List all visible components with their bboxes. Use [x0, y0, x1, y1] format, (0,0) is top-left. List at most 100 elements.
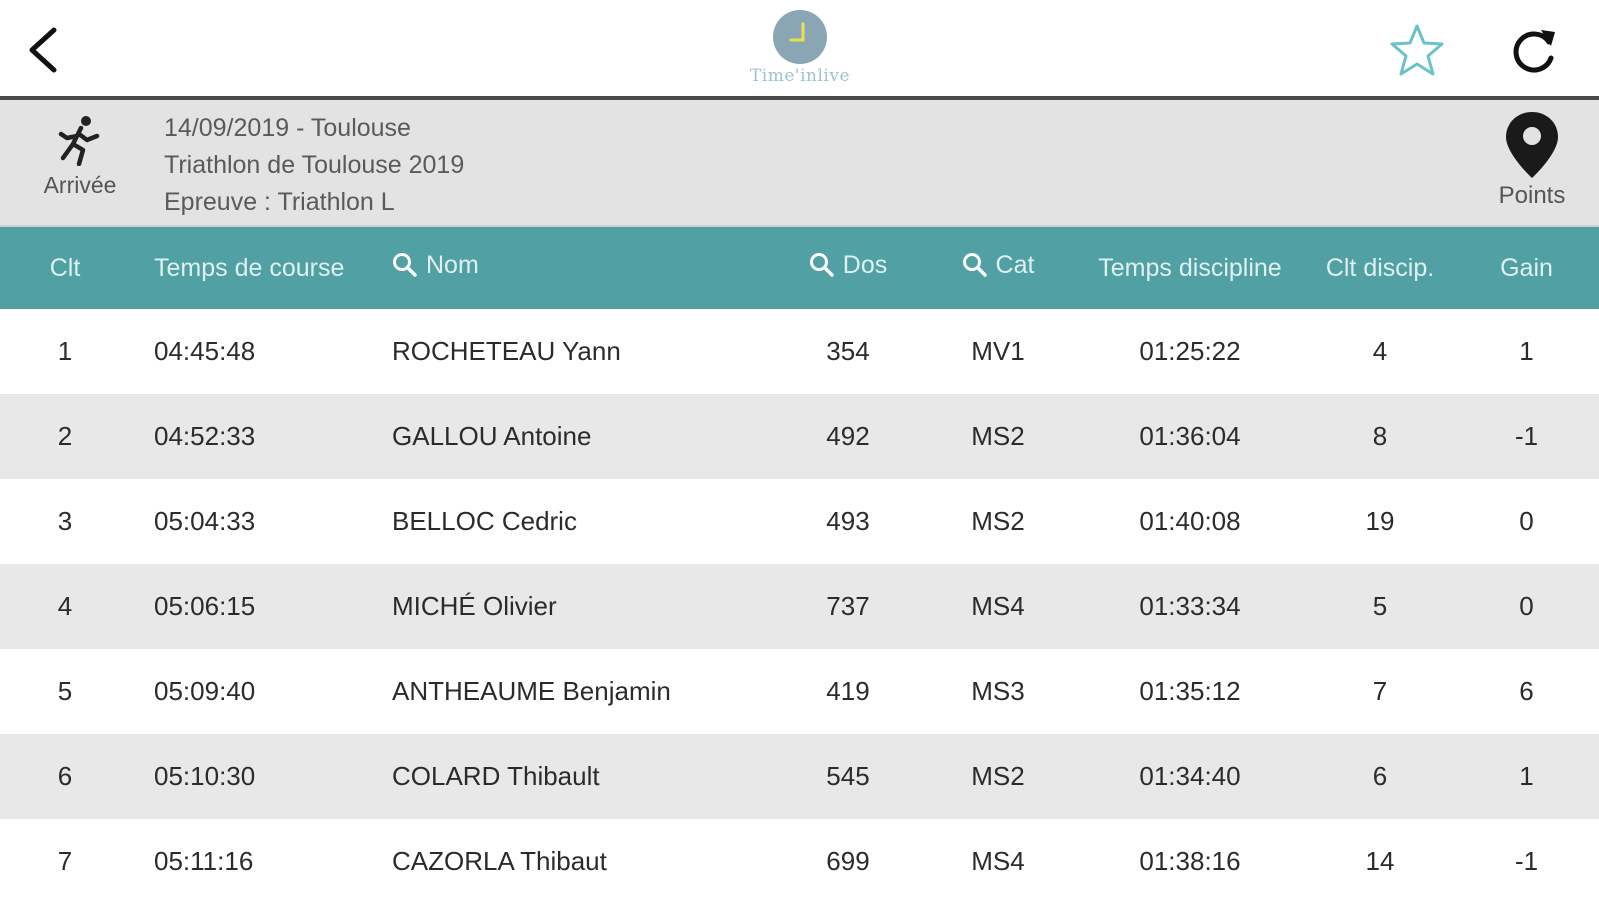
table-row[interactable]: 6 05:10:30 COLARD Thibault 545 MS2 01:34…	[0, 734, 1599, 819]
results-table-header: Clt Temps de course Nom Dos Cat Temps di…	[0, 227, 1599, 309]
table-row[interactable]: 2 04:52:33 GALLOU Antoine 492 MS2 01:36:…	[0, 394, 1599, 479]
cell-gain: -1	[1514, 846, 1539, 876]
event-race: Epreuve : Triathlon L	[164, 188, 395, 216]
cell-time: 05:09:40	[154, 676, 256, 706]
cell-gain: -1	[1514, 421, 1539, 451]
cell-dos: 545	[826, 761, 870, 791]
column-header-temps-course[interactable]: Temps de course	[130, 254, 374, 283]
cell-gain: 0	[1519, 591, 1534, 621]
cell-time: 04:45:48	[154, 336, 256, 366]
cell-cat: MS4	[971, 846, 1025, 876]
table-row[interactable]: 1 04:45:48 ROCHETEAU Yann 354 MV1 01:25:…	[0, 309, 1599, 394]
cell-time: 05:04:33	[154, 506, 256, 536]
cell-name: ANTHEAUME Benjamin	[392, 676, 671, 706]
cell-dos: 493	[826, 506, 870, 536]
cell-clt: 2	[57, 421, 73, 451]
search-dos[interactable]: Dos	[809, 251, 887, 280]
runner-icon	[58, 116, 100, 167]
cell-temps-discipline: 01:33:34	[1139, 591, 1241, 621]
cell-dos: 737	[826, 591, 870, 621]
cell-temps-discipline: 01:25:22	[1139, 336, 1241, 366]
cell-temps-discipline: 01:34:40	[1139, 761, 1241, 791]
search-icon	[393, 253, 417, 277]
cell-dos: 699	[826, 846, 870, 876]
column-header-cat-label: Cat	[995, 250, 1035, 279]
search-nom[interactable]: Nom	[392, 251, 479, 280]
search-icon	[962, 253, 987, 277]
cell-temps-discipline: 01:36:04	[1139, 421, 1241, 451]
table-row[interactable]: 7 05:11:16 CAZORLA Thibaut 699 MS4 01:38…	[0, 819, 1599, 904]
cell-cat: MS2	[971, 761, 1025, 791]
cell-clt-discip: 4	[1372, 336, 1388, 366]
cell-gain: 1	[1519, 336, 1534, 366]
cell-clt-discip: 6	[1372, 761, 1388, 791]
cell-clt-discip: 19	[1365, 506, 1395, 536]
cell-time: 04:52:33	[154, 421, 256, 451]
cell-temps-discipline: 01:35:12	[1139, 676, 1241, 706]
cell-name: GALLOU Antoine	[392, 421, 592, 451]
cell-time: 05:06:15	[154, 591, 256, 621]
event-date-place: 14/09/2019 - Toulouse	[164, 114, 411, 142]
table-row[interactable]: 5 05:09:40 ANTHEAUME Benjamin 419 MS3 01…	[0, 649, 1599, 734]
top-bar: Time'inlive	[0, 0, 1599, 100]
cell-dos: 354	[826, 336, 870, 366]
cell-time: 05:10:30	[154, 761, 256, 791]
cell-name: CAZORLA Thibaut	[392, 846, 607, 876]
column-header-dos[interactable]: Dos	[774, 251, 922, 286]
column-header-gain[interactable]: Gain	[1454, 254, 1599, 283]
cell-clt-discip: 5	[1372, 591, 1388, 621]
cell-dos: 492	[826, 421, 870, 451]
search-cat[interactable]: Cat	[962, 250, 1035, 280]
results-table-body: 1 04:45:48 ROCHETEAU Yann 354 MV1 01:25:…	[0, 309, 1599, 904]
points-button[interactable]: Points	[1487, 110, 1577, 210]
cell-clt-discip: 7	[1372, 676, 1388, 706]
cell-clt: 5	[57, 676, 73, 706]
clock-logo-icon	[773, 10, 827, 64]
column-header-clt[interactable]: Clt	[0, 254, 130, 283]
cell-time: 05:11:16	[154, 846, 254, 876]
cell-name: BELLOC Cedric	[392, 506, 577, 536]
column-header-clt-discip[interactable]: Clt discip.	[1306, 254, 1454, 283]
cell-cat: MS2	[971, 506, 1025, 536]
cell-clt: 6	[57, 761, 73, 791]
cell-clt-discip: 8	[1372, 421, 1388, 451]
cell-gain: 6	[1519, 676, 1534, 706]
cell-clt: 4	[57, 591, 73, 621]
logo-text: Time'inlive	[749, 66, 851, 86]
cell-cat: MV1	[971, 336, 1025, 366]
cell-clt: 1	[57, 336, 73, 366]
column-header-nom[interactable]: Nom	[374, 251, 774, 286]
cell-cat: MS4	[971, 591, 1025, 621]
column-header-dos-label: Dos	[842, 250, 888, 279]
cell-gain: 1	[1519, 761, 1534, 791]
points-label: Points	[1498, 182, 1566, 209]
arrival-label: Arrivée	[43, 172, 117, 198]
back-button[interactable]	[22, 22, 72, 78]
refresh-icon	[1513, 30, 1555, 73]
cell-gain: 0	[1519, 506, 1534, 536]
cell-clt-discip: 14	[1365, 846, 1395, 876]
favorite-button[interactable]	[1388, 22, 1446, 80]
column-header-temps-discipline[interactable]: Temps discipline	[1074, 254, 1306, 283]
table-row[interactable]: 4 05:06:15 MICHÉ Olivier 737 MS4 01:33:3…	[0, 564, 1599, 649]
cell-cat: MS3	[971, 676, 1025, 706]
cell-temps-discipline: 01:38:16	[1139, 846, 1241, 876]
event-info-bar: Arrivée 14/09/2019 - Toulouse Triathlon …	[0, 100, 1599, 227]
search-icon	[809, 253, 834, 277]
column-header-cat[interactable]: Cat	[922, 251, 1074, 286]
cell-name: COLARD Thibault	[392, 761, 600, 791]
refresh-button[interactable]	[1505, 22, 1561, 80]
cell-clt: 7	[57, 846, 73, 876]
arrival-status: Arrivée	[30, 114, 130, 199]
event-name: Triathlon de Toulouse 2019	[164, 151, 465, 179]
star-icon	[1390, 24, 1444, 76]
cell-clt: 3	[57, 506, 73, 536]
cell-dos: 419	[826, 676, 870, 706]
event-details: 14/09/2019 - Toulouse Triathlon de Toulo…	[164, 110, 464, 221]
cell-name: ROCHETEAU Yann	[392, 336, 621, 366]
cell-name: MICHÉ Olivier	[392, 591, 557, 621]
app-logo: Time'inlive	[720, 10, 880, 92]
table-row[interactable]: 3 05:04:33 BELLOC Cedric 493 MS2 01:40:0…	[0, 479, 1599, 564]
map-pin-icon	[1506, 112, 1558, 178]
cell-temps-discipline: 01:40:08	[1139, 506, 1241, 536]
